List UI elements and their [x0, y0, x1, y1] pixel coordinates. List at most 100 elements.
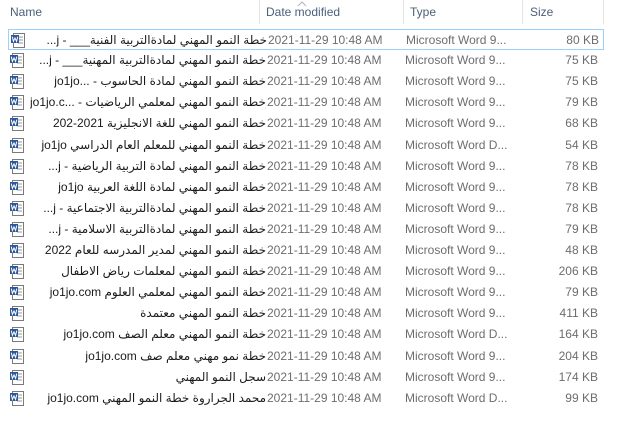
file-row[interactable]: jo1jo.com خطة النمو المهني معلم الصف 2021…: [8, 324, 604, 345]
file-row[interactable]: jo1jo.com خطة نمو مهني معلم صف 2021-11-29…: [8, 346, 604, 367]
file-row[interactable]: jo1jo.com خطة النمو المهني لمعلمي العلوم…: [8, 282, 604, 303]
file-row[interactable]: jo1jo... - خطة النمو المهني لمادة الحاسو…: [8, 71, 604, 92]
file-type: Microsoft Word 9...: [405, 200, 506, 215]
word-document-icon: [11, 33, 25, 48]
column-divider[interactable]: [259, 0, 260, 24]
file-date: 2021-11-29 10:48 AM: [267, 158, 382, 173]
word-document-icon: [10, 369, 24, 385]
word-document-icon: [10, 158, 24, 174]
word-document-icon: [10, 137, 24, 153]
file-name: خطة النمو المهني للغة الانجليزية 2021-20…: [52, 116, 266, 131]
file-date: 2021-11-29 10:48 AM: [267, 348, 382, 363]
file-row[interactable]: خطة النمو المهني لمعلمات رياض الاطفال 202…: [8, 261, 604, 282]
file-row[interactable]: خطة النمو المهني للغة الانجليزية 2021-20…: [8, 113, 604, 134]
file-date: 2021-11-29 10:48 AM: [267, 327, 382, 342]
file-size: 75 KB: [565, 74, 598, 89]
file-date: 2021-11-29 10:48 AM: [267, 116, 382, 131]
file-size: 99 KB: [565, 390, 598, 405]
file-size: 78 KB: [565, 179, 598, 194]
file-type: Microsoft Word 9...: [405, 369, 506, 384]
file-name: jo1jo خطة النمو المهني لمادة اللغة العرب…: [58, 179, 266, 194]
column-header-bar: Name Date modified Type Size: [0, 0, 626, 24]
file-type: Microsoft Word 9...: [405, 74, 506, 89]
file-date: 2021-11-29 10:48 AM: [267, 285, 382, 300]
file-size: 204 KB: [558, 348, 598, 363]
file-name: jo1jo.com خطة نمو مهني معلم صف: [85, 348, 266, 363]
file-date: 2021-11-29 10:48 AM: [267, 179, 382, 194]
word-document-icon: [10, 243, 24, 258]
file-size: 54 KB: [565, 137, 598, 152]
file-size: 78 KB: [565, 200, 598, 215]
file-type: Microsoft Word 9...: [405, 348, 506, 363]
word-document-icon: [10, 74, 24, 90]
word-document-icon: [10, 179, 24, 195]
file-name: خطة النمو المهني لمادةالتربية المهنية___…: [39, 53, 266, 68]
file-row[interactable]: jo1jo خطة النمو المهني لمادة اللغة العرب…: [8, 177, 604, 198]
file-name: سجل النمو المهني: [175, 369, 266, 384]
file-name: خطة النمو المهني لمادةالتربية الاسلامية …: [48, 221, 266, 236]
column-divider[interactable]: [522, 0, 523, 24]
file-date: 2021-11-29 10:48 AM: [267, 53, 382, 68]
word-document-icon: [10, 348, 24, 364]
column-divider[interactable]: [603, 0, 604, 24]
file-row[interactable]: jo1jo خطة النمو المهني للمعلم العام الدر…: [8, 135, 604, 156]
file-type: Microsoft Word 9...: [405, 264, 506, 279]
file-date: 2021-11-29 10:48 AM: [267, 306, 382, 321]
file-name: jo1jo.com محمد الجراروة خطة النمو المهني: [47, 390, 266, 405]
file-name: خطة النمو المهني لمادة التربية الرياضية …: [48, 158, 266, 173]
file-name: خطة النمو المهني لمدير المدرسه للعام 202…: [44, 243, 266, 257]
file-size: 164 KB: [558, 327, 598, 342]
word-document-icon: [10, 264, 24, 280]
file-size: 79 KB: [565, 221, 598, 236]
file-row[interactable]: خطة النمو المهني لمادةالتربية الفنية___ …: [8, 29, 604, 50]
column-header-type[interactable]: Type: [410, 0, 436, 24]
file-size: 411 KB: [559, 306, 598, 321]
column-divider[interactable]: [403, 0, 404, 24]
file-date: 2021-11-29 10:48 AM: [267, 95, 382, 110]
file-type: Microsoft Word 9...: [405, 179, 506, 194]
file-type: Microsoft Word 9...: [406, 33, 507, 47]
file-type: Microsoft Word 9...: [405, 221, 506, 236]
column-header-name[interactable]: Name: [10, 0, 42, 24]
file-type: Microsoft Word 9...: [405, 285, 506, 300]
file-size: 78 KB: [565, 158, 598, 173]
file-type: Microsoft Word 9...: [405, 306, 506, 321]
column-header-size[interactable]: Size: [530, 0, 553, 24]
file-size: 68 KB: [565, 116, 598, 131]
file-date: 2021-11-29 10:48 AM: [267, 137, 382, 152]
file-row[interactable]: خطة النمو المهني لمادة التربية الرياضية …: [8, 156, 604, 177]
file-type: Microsoft Word 9...: [405, 95, 506, 110]
column-header-date[interactable]: Date modified: [266, 0, 340, 24]
file-size: 79 KB: [565, 285, 598, 300]
file-name: jo1jo.com خطة النمو المهني معلم الصف: [63, 327, 266, 342]
file-row[interactable]: jo1jo.com محمد الجراروة خطة النمو المهني…: [8, 388, 604, 409]
file-size: 48 KB: [565, 243, 598, 257]
word-document-icon: [10, 390, 24, 406]
word-document-icon: [10, 116, 24, 132]
file-name: jo1jo.c... - خطة النمو المهني لمعلمي الر…: [30, 95, 266, 110]
file-type: Microsoft Word 9...: [405, 53, 506, 68]
file-date: 2021-11-29 10:48 AM: [267, 200, 382, 215]
file-type: Microsoft Word D...: [405, 137, 508, 152]
file-size: 174 KB: [558, 369, 598, 384]
file-row[interactable]: خطة النمو المهني لمادةالتربية الاجتماعية…: [8, 198, 604, 219]
file-row[interactable]: خطة النمو المهني لمادةالتربية المهنية___…: [8, 50, 604, 71]
word-document-icon: [10, 285, 24, 301]
file-date: 2021-11-29 10:48 AM: [267, 243, 382, 257]
file-date: 2021-11-29 10:48 AM: [267, 390, 382, 405]
file-row[interactable]: خطة النمو المهني لمدير المدرسه للعام 202…: [8, 240, 604, 261]
file-date: 2021-11-29 10:48 AM: [267, 264, 382, 279]
file-date: 2021-11-29 10:48 AM: [267, 221, 382, 236]
file-name: jo1jo خطة النمو المهني للمعلم العام الدر…: [41, 137, 266, 152]
file-size: 79 KB: [565, 95, 598, 110]
file-row[interactable]: سجل النمو المهني 2021-11-29 10:48 AM Micro…: [8, 367, 604, 388]
file-row[interactable]: خطة النمو المهني لمادةالتربية الاسلامية …: [8, 219, 604, 240]
word-document-icon: [10, 95, 24, 111]
file-type: Microsoft Word D...: [405, 327, 508, 342]
file-row[interactable]: خطة النمو المهني معتمدة 2021-11-29 10:48 …: [8, 303, 604, 324]
file-name: خطة النمو المهني معتمدة: [140, 306, 266, 321]
file-row[interactable]: jo1jo.c... - خطة النمو المهني لمعلمي الر…: [8, 92, 604, 113]
word-document-icon: [10, 221, 24, 237]
file-size: 75 KB: [565, 53, 598, 68]
file-date: 2021-11-29 10:48 AM: [267, 74, 382, 89]
